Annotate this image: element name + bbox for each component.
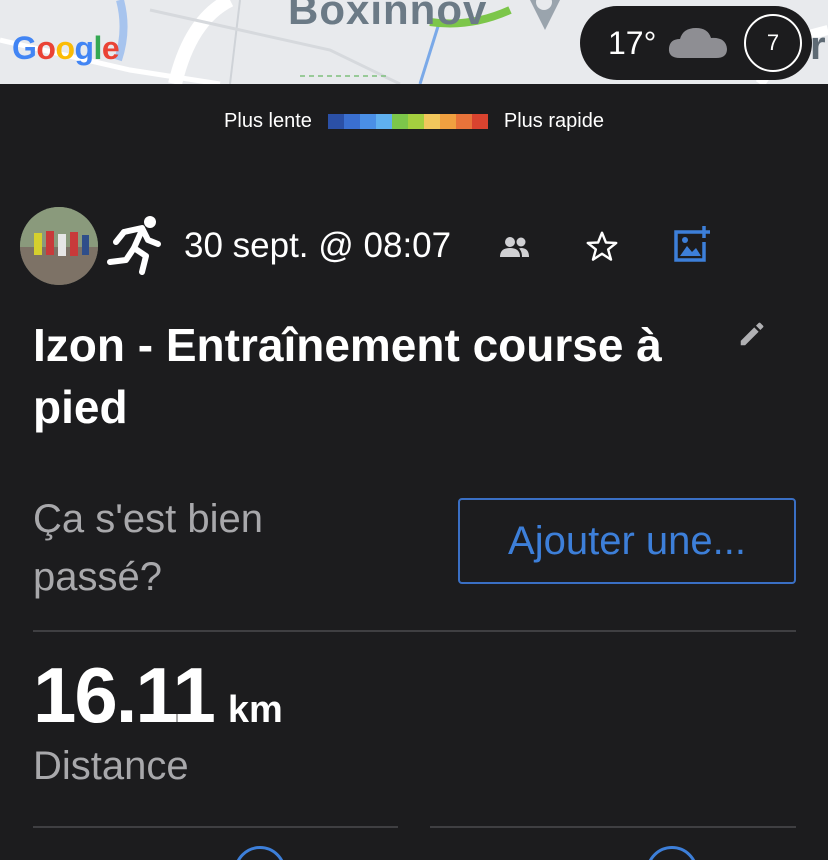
pace-legend: Plus lente Plus rapide [0, 110, 828, 133]
divider [33, 826, 398, 828]
avatar-photo [20, 207, 98, 285]
feedback-question: Ça s'est bien passé? [33, 497, 263, 599]
pace-legend-slow-label: Plus lente [224, 110, 312, 132]
distance-value: 16.11 [33, 651, 216, 739]
pace-color-swatch [423, 114, 440, 129]
edit-icon[interactable] [737, 319, 767, 349]
add-photo-icon[interactable] [672, 226, 712, 264]
avatar[interactable] [20, 207, 98, 285]
running-icon [107, 216, 161, 275]
stat-info-icon[interactable] [646, 846, 698, 860]
weather-pill[interactable]: 17° 7 [580, 6, 812, 80]
pace-color-swatch [391, 114, 408, 129]
distance-metric: 16.11 km [33, 650, 283, 741]
map-edge-label: r [810, 24, 826, 68]
cloud-icon [668, 28, 727, 58]
distance-unit: km [227, 689, 283, 731]
weather-index-value: 7 [766, 30, 780, 55]
activity-title: Izon - Entraînement course à pied [33, 319, 662, 433]
pace-color-swatch [375, 114, 392, 129]
distance-label: Distance [33, 744, 189, 788]
weather-index-badge: 7 [744, 14, 802, 72]
map-place-label: Boxinnov [288, 0, 488, 33]
stat-info-icon[interactable] [234, 846, 286, 860]
pace-color-swatch [407, 114, 424, 129]
pace-color-swatch [359, 114, 376, 129]
divider [33, 630, 796, 632]
pace-color-swatch [455, 114, 472, 129]
google-logo: Google [12, 30, 120, 66]
pace-color-swatch [327, 114, 344, 129]
star-icon[interactable] [584, 229, 620, 265]
people-icon[interactable] [500, 236, 530, 258]
pace-color-scale [327, 114, 488, 129]
activity-date: 30 sept. @ 08:07 [184, 226, 452, 265]
weather-temperature: 17° [608, 24, 657, 61]
pace-color-swatch [471, 114, 488, 129]
pace-legend-fast-label: Plus rapide [503, 110, 604, 132]
pace-color-swatch [343, 114, 360, 129]
pace-color-swatch [439, 114, 456, 129]
add-feeling-button[interactable]: Ajouter une... [458, 498, 796, 584]
divider [430, 826, 796, 828]
